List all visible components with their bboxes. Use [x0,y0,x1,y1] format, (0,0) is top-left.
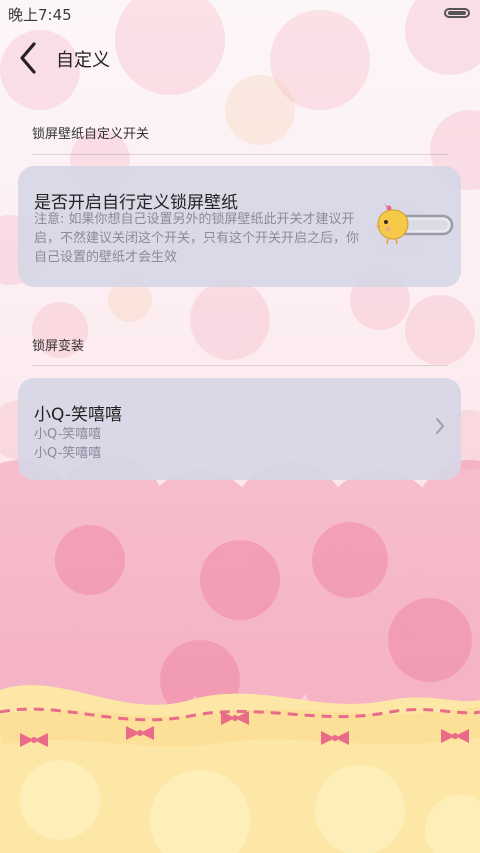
page-title: 自定义 [56,50,110,71]
theme-item-card[interactable]: 小Q-笑嘻嘻 小Q-笑嘻嘻 小Q-笑嘻嘻 [18,378,461,480]
status-bar: 晚上7:45 [0,0,480,28]
custom-wallpaper-toggle[interactable] [374,202,456,246]
chevron-left-icon [20,42,36,74]
setting-card-custom-wallpaper: 是否开启自行定义锁屏壁纸 注意: 如果你想自己设置另外的锁屏壁纸此开关才建议开启… [18,166,461,287]
theme-item-subtitle: 小Q-笑嘻嘻 [34,446,102,461]
section-divider [32,154,448,155]
back-button[interactable] [14,38,46,78]
status-time: 晚上7:45 [8,6,72,24]
setting-description: 注意: 如果你想自己设置另外的锁屏壁纸此开关才建议开启，不然建议关闭这个开关，只… [34,212,360,265]
theme-item-subtitle: 小Q-笑嘻嘻 [34,427,102,442]
theme-item-title: 小Q-笑嘻嘻 [34,405,122,425]
chick-toggle-icon [376,203,454,245]
section-label-lockscreen-switch: 锁屏壁纸自定义开关 [32,127,150,142]
section-divider [32,365,448,366]
section-label-lockscreen-theme: 锁屏变装 [32,339,85,354]
battery-icon [444,8,470,18]
chevron-right-icon [436,418,444,434]
title-bar: 自定义 [0,28,480,88]
